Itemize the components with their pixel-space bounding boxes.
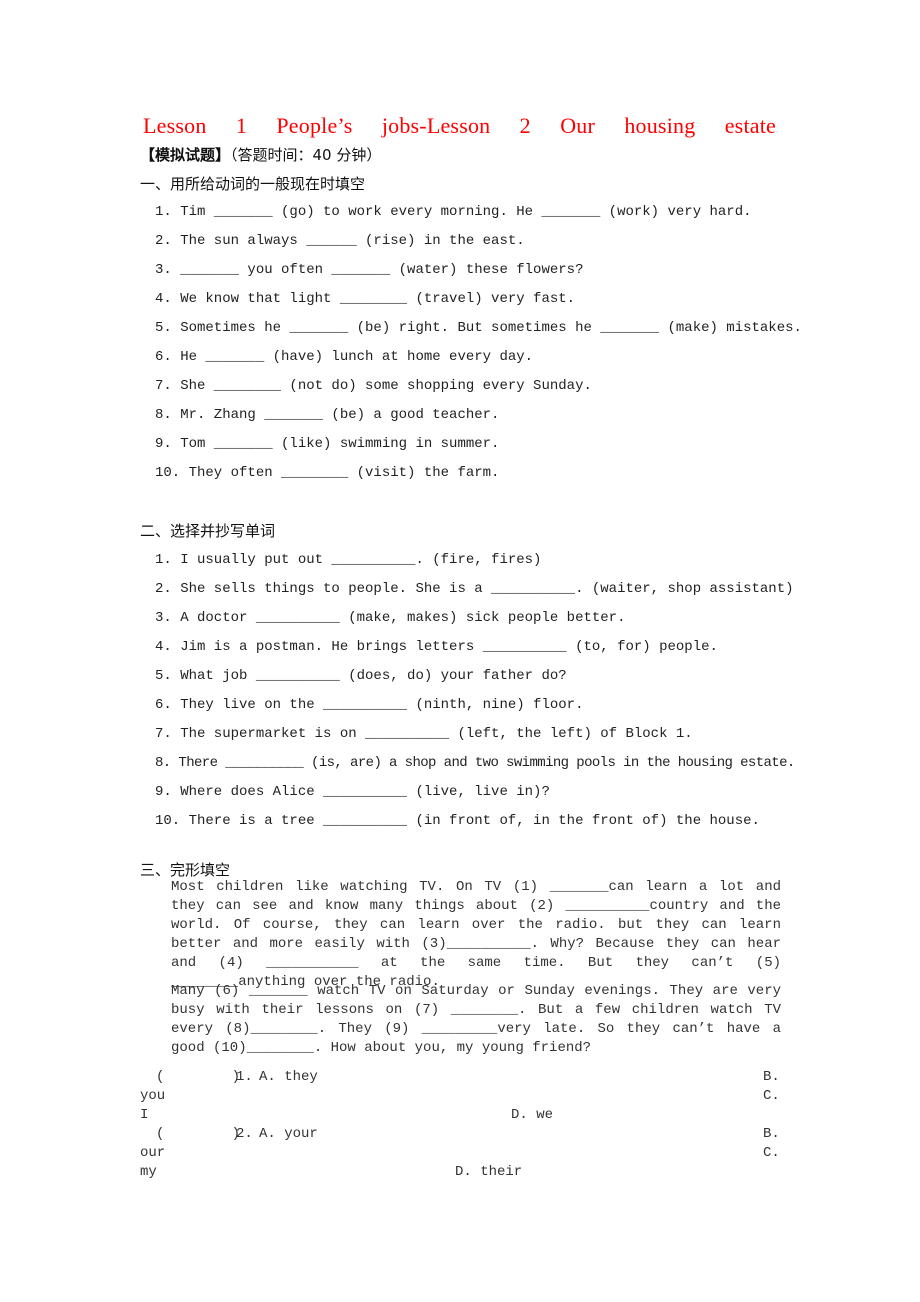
option-b-value: you <box>140 1088 166 1104</box>
question-item: 5. What job __________ (does, do) your f… <box>155 668 567 684</box>
question-number: 2. <box>236 1126 253 1142</box>
option-c-label: C. <box>763 1145 780 1161</box>
worksheet-title: Lesson 1 People’s jobs-Lesson 2 Our hous… <box>143 113 776 139</box>
title-word: estate <box>724 113 776 138</box>
option-a: A. your <box>259 1126 318 1142</box>
question-number: 1. <box>236 1069 253 1085</box>
section-3-heading: 三、完形填空 <box>140 861 231 879</box>
cloze-text: Most children like watching TV. On TV (1… <box>171 879 781 990</box>
title-word: 2 <box>519 113 531 138</box>
question-item: 8. Mr. Zhang _______ (be) a good teacher… <box>155 407 500 423</box>
question-item: 9. Where does Alice __________ (live, li… <box>155 784 550 800</box>
question-item: 3. _______ you often _______ (water) the… <box>155 262 584 278</box>
question-item: 10. They often ________ (visit) the farm… <box>155 465 500 481</box>
cloze-paragraph-2: Many (6) _______ watch TV on Saturday or… <box>171 982 781 1058</box>
exam-subtitle: 【模拟试题】（答题时间：40 分钟） <box>140 144 381 165</box>
question-item: 2. The sun always ______ (rise) in the e… <box>155 233 525 249</box>
option-d: D. we <box>511 1107 554 1123</box>
title-word: jobs-Lesson <box>381 113 491 138</box>
option-b-value: our <box>140 1145 166 1161</box>
option-c-value: I <box>140 1107 149 1123</box>
title-word: 1 <box>235 113 248 138</box>
title-word: People’s <box>276 113 353 138</box>
section-1-heading: 一、用所给动词的一般现在时填空 <box>140 175 366 193</box>
question-item: 5. Sometimes he _______ (be) right. But … <box>155 320 802 336</box>
question-item: 10. There is a tree __________ (in front… <box>155 813 760 829</box>
answer-paren: ( ) <box>156 1069 241 1085</box>
worksheet-page: Lesson 1 People’s jobs-Lesson 2 Our hous… <box>0 0 920 1302</box>
option-d: D. their <box>455 1164 523 1180</box>
question-item: 4. We know that light ________ (travel) … <box>155 291 576 307</box>
question-item: 7. She ________ (not do) some shopping e… <box>155 378 592 394</box>
title-word: housing <box>624 113 696 138</box>
question-item: 6. They live on the __________ (ninth, n… <box>155 697 584 713</box>
option-c-value: my <box>140 1164 157 1180</box>
question-item: 4. Jim is a postman. He brings letters _… <box>155 639 718 655</box>
option-c-label: C. <box>763 1088 780 1104</box>
question-item: 6. He _______ (have) lunch at home every… <box>155 349 534 365</box>
question-item: 7. The supermarket is on __________ (lef… <box>155 726 693 742</box>
question-item: 1. Tim _______ (go) to work every mornin… <box>155 204 752 220</box>
question-item: 1. I usually put out __________. (fire, … <box>155 552 542 568</box>
answer-paren: ( ) <box>156 1126 241 1142</box>
section-2-heading: 二、选择并抄写单词 <box>140 522 276 540</box>
option-a: A. they <box>259 1069 318 1085</box>
question-item: 8. There __________ (is, are) a shop and… <box>155 755 795 771</box>
cloze-paragraph-1: Most children like watching TV. On TV (1… <box>171 878 781 992</box>
time-limit: （答题时间：40 分钟） <box>230 146 382 164</box>
cloze-text: Many (6) _______ watch TV on Saturday or… <box>171 983 781 1056</box>
option-b-label: B. <box>763 1126 780 1142</box>
question-item: 3. A doctor __________ (make, makes) sic… <box>155 610 626 626</box>
title-word: Lesson <box>143 113 207 138</box>
option-b-label: B. <box>763 1069 780 1085</box>
mock-exam-label: 【模拟试题】 <box>140 146 231 164</box>
question-item: 2. She sells things to people. She is a … <box>155 581 794 597</box>
title-word: Our <box>560 113 596 138</box>
question-item: 9. Tom _______ (like) swimming in summer… <box>155 436 500 452</box>
